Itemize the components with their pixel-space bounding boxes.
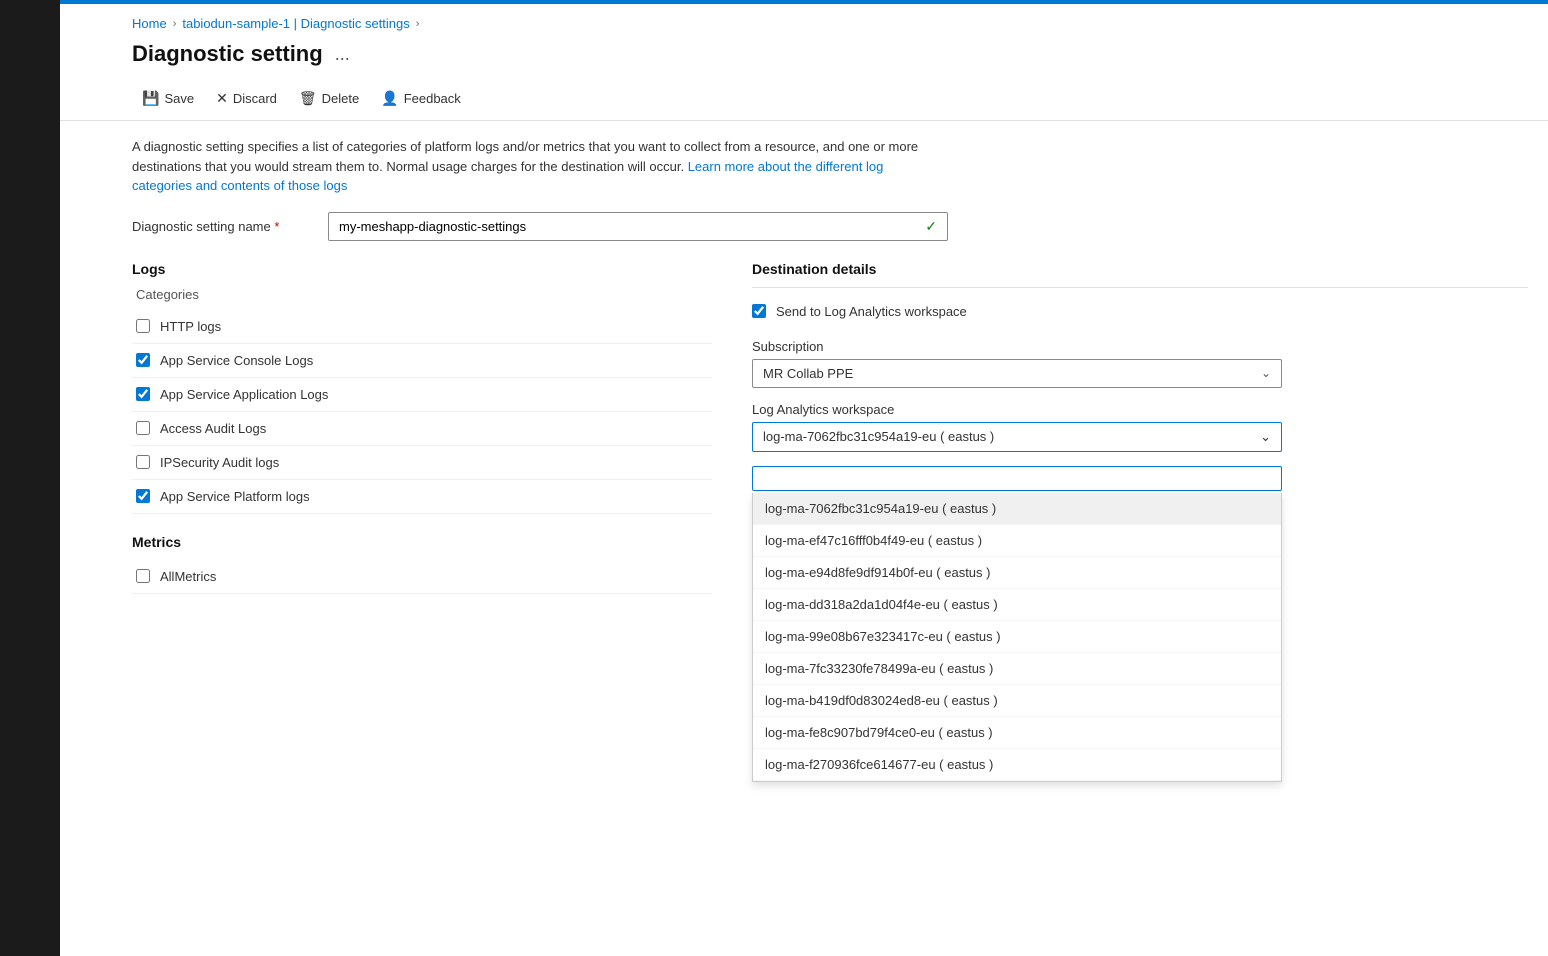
diagnostic-name-input[interactable] xyxy=(339,219,925,234)
two-col-layout: Logs Categories HTTP logs App Service Con… xyxy=(132,261,1528,782)
log-label: IPSecurity Audit logs xyxy=(160,455,279,470)
log-checkbox[interactable] xyxy=(136,353,150,367)
workspace-search-box[interactable] xyxy=(752,466,1282,491)
discard-label: Discard xyxy=(233,91,277,106)
log-item: App Service Platform logs xyxy=(132,480,712,514)
dropdown-item[interactable]: log-ma-dd318a2da1d04f4e-eu ( eastus ) xyxy=(753,589,1281,621)
dropdown-item[interactable]: log-ma-99e08b67e323417c-eu ( eastus ) xyxy=(753,621,1281,653)
discard-button[interactable]: ✕ Discard xyxy=(206,85,287,112)
breadcrumb-parent[interactable]: tabiodun-sample-1 | Diagnostic settings xyxy=(182,16,409,31)
delete-label: Delete xyxy=(322,91,360,106)
destination-section: Destination details Send to Log Analytic… xyxy=(752,261,1528,782)
logs-checkboxes: HTTP logs App Service Console Logs App Ser… xyxy=(132,310,712,514)
metrics-section: Metrics AllMetrics xyxy=(132,534,712,594)
breadcrumb-sep-1: › xyxy=(173,18,177,30)
subscription-dropdown[interactable]: MR Collab PPE ⌄ xyxy=(752,359,1282,388)
log-checkbox[interactable] xyxy=(136,319,150,333)
dropdown-item[interactable]: log-ma-e94d8fe9df914b0f-eu ( eastus ) xyxy=(753,557,1281,589)
dropdown-item[interactable]: log-ma-ef47c16fff0b4f49-eu ( eastus ) xyxy=(753,525,1281,557)
delete-button[interactable]: 🗑 Delete xyxy=(289,85,369,112)
logs-title: Logs xyxy=(132,261,712,277)
save-icon: 💾 xyxy=(142,90,159,107)
save-button[interactable]: 💾 Save xyxy=(132,85,204,112)
categories-title: Categories xyxy=(132,287,712,302)
workspace-search-input[interactable] xyxy=(761,471,1273,486)
log-checkbox[interactable] xyxy=(136,489,150,503)
dropdown-item[interactable]: log-ma-fe8c907bd79f4ce0-eu ( eastus ) xyxy=(753,717,1281,749)
description: A diagnostic setting specifies a list of… xyxy=(132,137,932,196)
dropdown-item[interactable]: log-ma-b419df0d83024ed8-eu ( eastus ) xyxy=(753,685,1281,717)
log-label: HTTP logs xyxy=(160,319,221,334)
feedback-button[interactable]: 👤 Feedback xyxy=(371,85,471,112)
breadcrumb: Home › tabiodun-sample-1 | Diagnostic se… xyxy=(60,4,1548,37)
check-icon: ✓ xyxy=(925,218,937,235)
log-analytics-label: Send to Log Analytics workspace xyxy=(776,304,967,319)
page-title-row: Diagnostic setting ... xyxy=(60,37,1548,79)
log-checkbox[interactable] xyxy=(136,387,150,401)
subscription-value: MR Collab PPE xyxy=(763,366,853,381)
subscription-label: Subscription xyxy=(752,339,1528,354)
log-item: IPSecurity Audit logs xyxy=(132,446,712,480)
log-item: Access Audit Logs xyxy=(132,412,712,446)
metrics-title: Metrics xyxy=(132,534,712,550)
dropdown-item[interactable]: log-ma-f270936fce614677-eu ( eastus ) xyxy=(753,749,1281,781)
log-analytics-checkbox[interactable] xyxy=(752,304,766,318)
log-label: App Service Application Logs xyxy=(160,387,328,402)
diagnostic-name-input-wrapper[interactable]: ✓ xyxy=(328,212,948,241)
save-label: Save xyxy=(164,91,194,106)
breadcrumb-home[interactable]: Home xyxy=(132,16,167,31)
log-checkbox[interactable] xyxy=(136,421,150,435)
diagnostic-name-label: Diagnostic setting name * xyxy=(132,219,312,234)
feedback-icon: 👤 xyxy=(381,90,398,107)
log-analytics-option: Send to Log Analytics workspace xyxy=(752,304,1528,319)
workspace-field: Log Analytics workspace log-ma-7062fbc31… xyxy=(752,402,1528,452)
metric-checkbox[interactable] xyxy=(136,569,150,583)
sidebar xyxy=(0,0,60,956)
destination-title: Destination details xyxy=(752,261,1528,288)
log-item: App Service Console Logs xyxy=(132,344,712,378)
metrics-checkboxes: AllMetrics xyxy=(132,560,712,594)
log-label: App Service Console Logs xyxy=(160,353,313,368)
page-title: Diagnostic setting xyxy=(132,41,323,67)
diagnostic-name-row: Diagnostic setting name * ✓ xyxy=(132,212,1528,241)
subscription-chevron: ⌄ xyxy=(1261,366,1271,380)
page-title-ellipsis[interactable]: ... xyxy=(335,44,350,65)
logs-section: Logs Categories HTTP logs App Service Con… xyxy=(132,261,712,782)
log-checkbox[interactable] xyxy=(136,455,150,469)
dropdown-item[interactable]: log-ma-7062fbc31c954a19-eu ( eastus ) xyxy=(753,493,1281,525)
workspace-value: log-ma-7062fbc31c954a19-eu ( eastus ) xyxy=(763,429,994,444)
workspace-dropdown[interactable]: log-ma-7062fbc31c954a19-eu ( eastus ) ⌄ xyxy=(752,422,1282,452)
log-item: HTTP logs xyxy=(132,310,712,344)
breadcrumb-sep-2: › xyxy=(416,18,420,30)
content: A diagnostic setting specifies a list of… xyxy=(60,121,1548,802)
toolbar: 💾 Save ✕ Discard 🗑 Delete 👤 Feedback xyxy=(60,79,1548,121)
metric-item: AllMetrics xyxy=(132,560,712,594)
workspace-dropdown-list: log-ma-7062fbc31c954a19-eu ( eastus )log… xyxy=(752,493,1282,782)
log-item: App Service Application Logs xyxy=(132,378,712,412)
log-label: Access Audit Logs xyxy=(160,421,266,436)
delete-icon: 🗑 xyxy=(299,90,317,107)
feedback-label: Feedback xyxy=(404,91,461,106)
discard-icon: ✕ xyxy=(216,90,228,107)
workspace-chevron: ⌄ xyxy=(1260,429,1271,445)
subscription-field: Subscription MR Collab PPE ⌄ xyxy=(752,339,1528,388)
log-label: App Service Platform logs xyxy=(160,489,310,504)
dropdown-items-container: log-ma-7062fbc31c954a19-eu ( eastus )log… xyxy=(753,493,1281,781)
workspace-label: Log Analytics workspace xyxy=(752,402,1528,417)
metric-label: AllMetrics xyxy=(160,569,216,584)
dropdown-item[interactable]: log-ma-7fc33230fe78499a-eu ( eastus ) xyxy=(753,653,1281,685)
